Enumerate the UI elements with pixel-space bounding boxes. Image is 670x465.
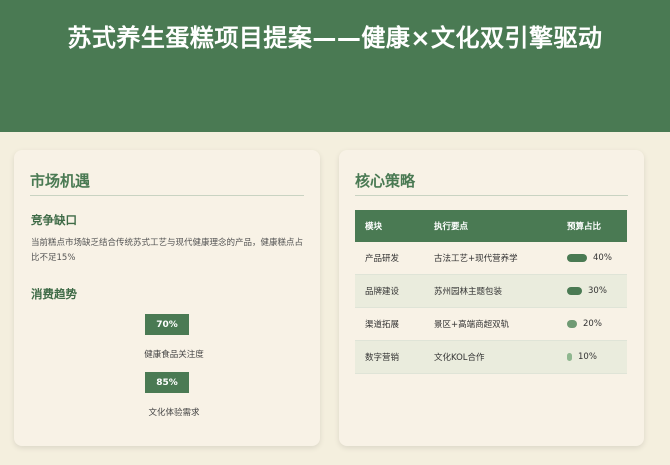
header-module: 模块 [355,210,424,242]
health-stat-badge: 70% [145,314,189,335]
row-point: 苏州园林主题包装 [424,274,557,308]
row-module: 数字营销 [355,340,424,374]
budget-value: 10% [578,352,597,362]
row-point: 古法工艺+现代营养学 [424,242,557,275]
culture-stat-label: 文化体验需求 [148,408,200,418]
row-point: 景区+高端商超双轨 [424,307,557,341]
table-row: 渠道拓展 景区+高端商超双轨 20% [355,307,627,341]
market-card: 市场机遇 竞争缺口 当前糕点市场缺乏结合传统苏式工艺与现代健康理念的产品，健康糕… [14,150,320,446]
hero-banner: 苏式养生蛋糕项目提案——健康×文化双引擎驱动 [0,0,670,132]
row-budget: 30% [557,274,627,308]
header-point: 执行要点 [424,210,557,242]
competition-heading: 竞争缺口 [31,213,77,227]
health-stat-label: 健康食品关注度 [144,350,204,360]
row-module: 渠道拓展 [355,307,424,341]
strategy-card: 核心策略 模块 执行要点 预算占比 产品研发 古法工艺+现代营养学 40% 品牌… [339,150,644,446]
row-budget: 20% [557,307,627,341]
row-module: 品牌建设 [355,274,424,308]
table-row: 品牌建设 苏州园林主题包装 30% [355,274,627,308]
budget-bar [567,353,572,361]
table-header-row: 模块 执行要点 预算占比 [355,210,627,242]
table-row: 数字营销 文化KOL合作 10% [355,340,627,374]
row-module: 产品研发 [355,242,424,275]
competition-text: 当前糕点市场缺乏结合传统苏式工艺与现代健康理念的产品，健康糕点占比不足15% [31,238,304,263]
budget-bar [567,320,577,328]
market-divider [30,195,304,196]
row-budget: 10% [557,340,627,374]
budget-value: 40% [593,253,612,263]
row-point: 文化KOL合作 [424,340,557,374]
strategy-table: 模块 执行要点 预算占比 产品研发 古法工艺+现代营养学 40% 品牌建设 苏州… [355,210,627,374]
page-title: 苏式养生蛋糕项目提案——健康×文化双引擎驱动 [67,24,603,52]
market-title: 市场机遇 [30,172,91,190]
budget-bar [567,287,582,295]
strategy-divider [355,195,628,196]
header-budget: 预算占比 [557,210,627,242]
budget-value: 20% [583,319,602,329]
trend-heading: 消费趋势 [31,287,77,301]
table-row: 产品研发 古法工艺+现代营养学 40% [355,242,627,275]
culture-stat-badge: 85% [145,372,189,393]
budget-bar [567,254,587,262]
row-budget: 40% [557,242,627,275]
budget-value: 30% [588,286,607,296]
strategy-title: 核心策略 [355,172,416,190]
